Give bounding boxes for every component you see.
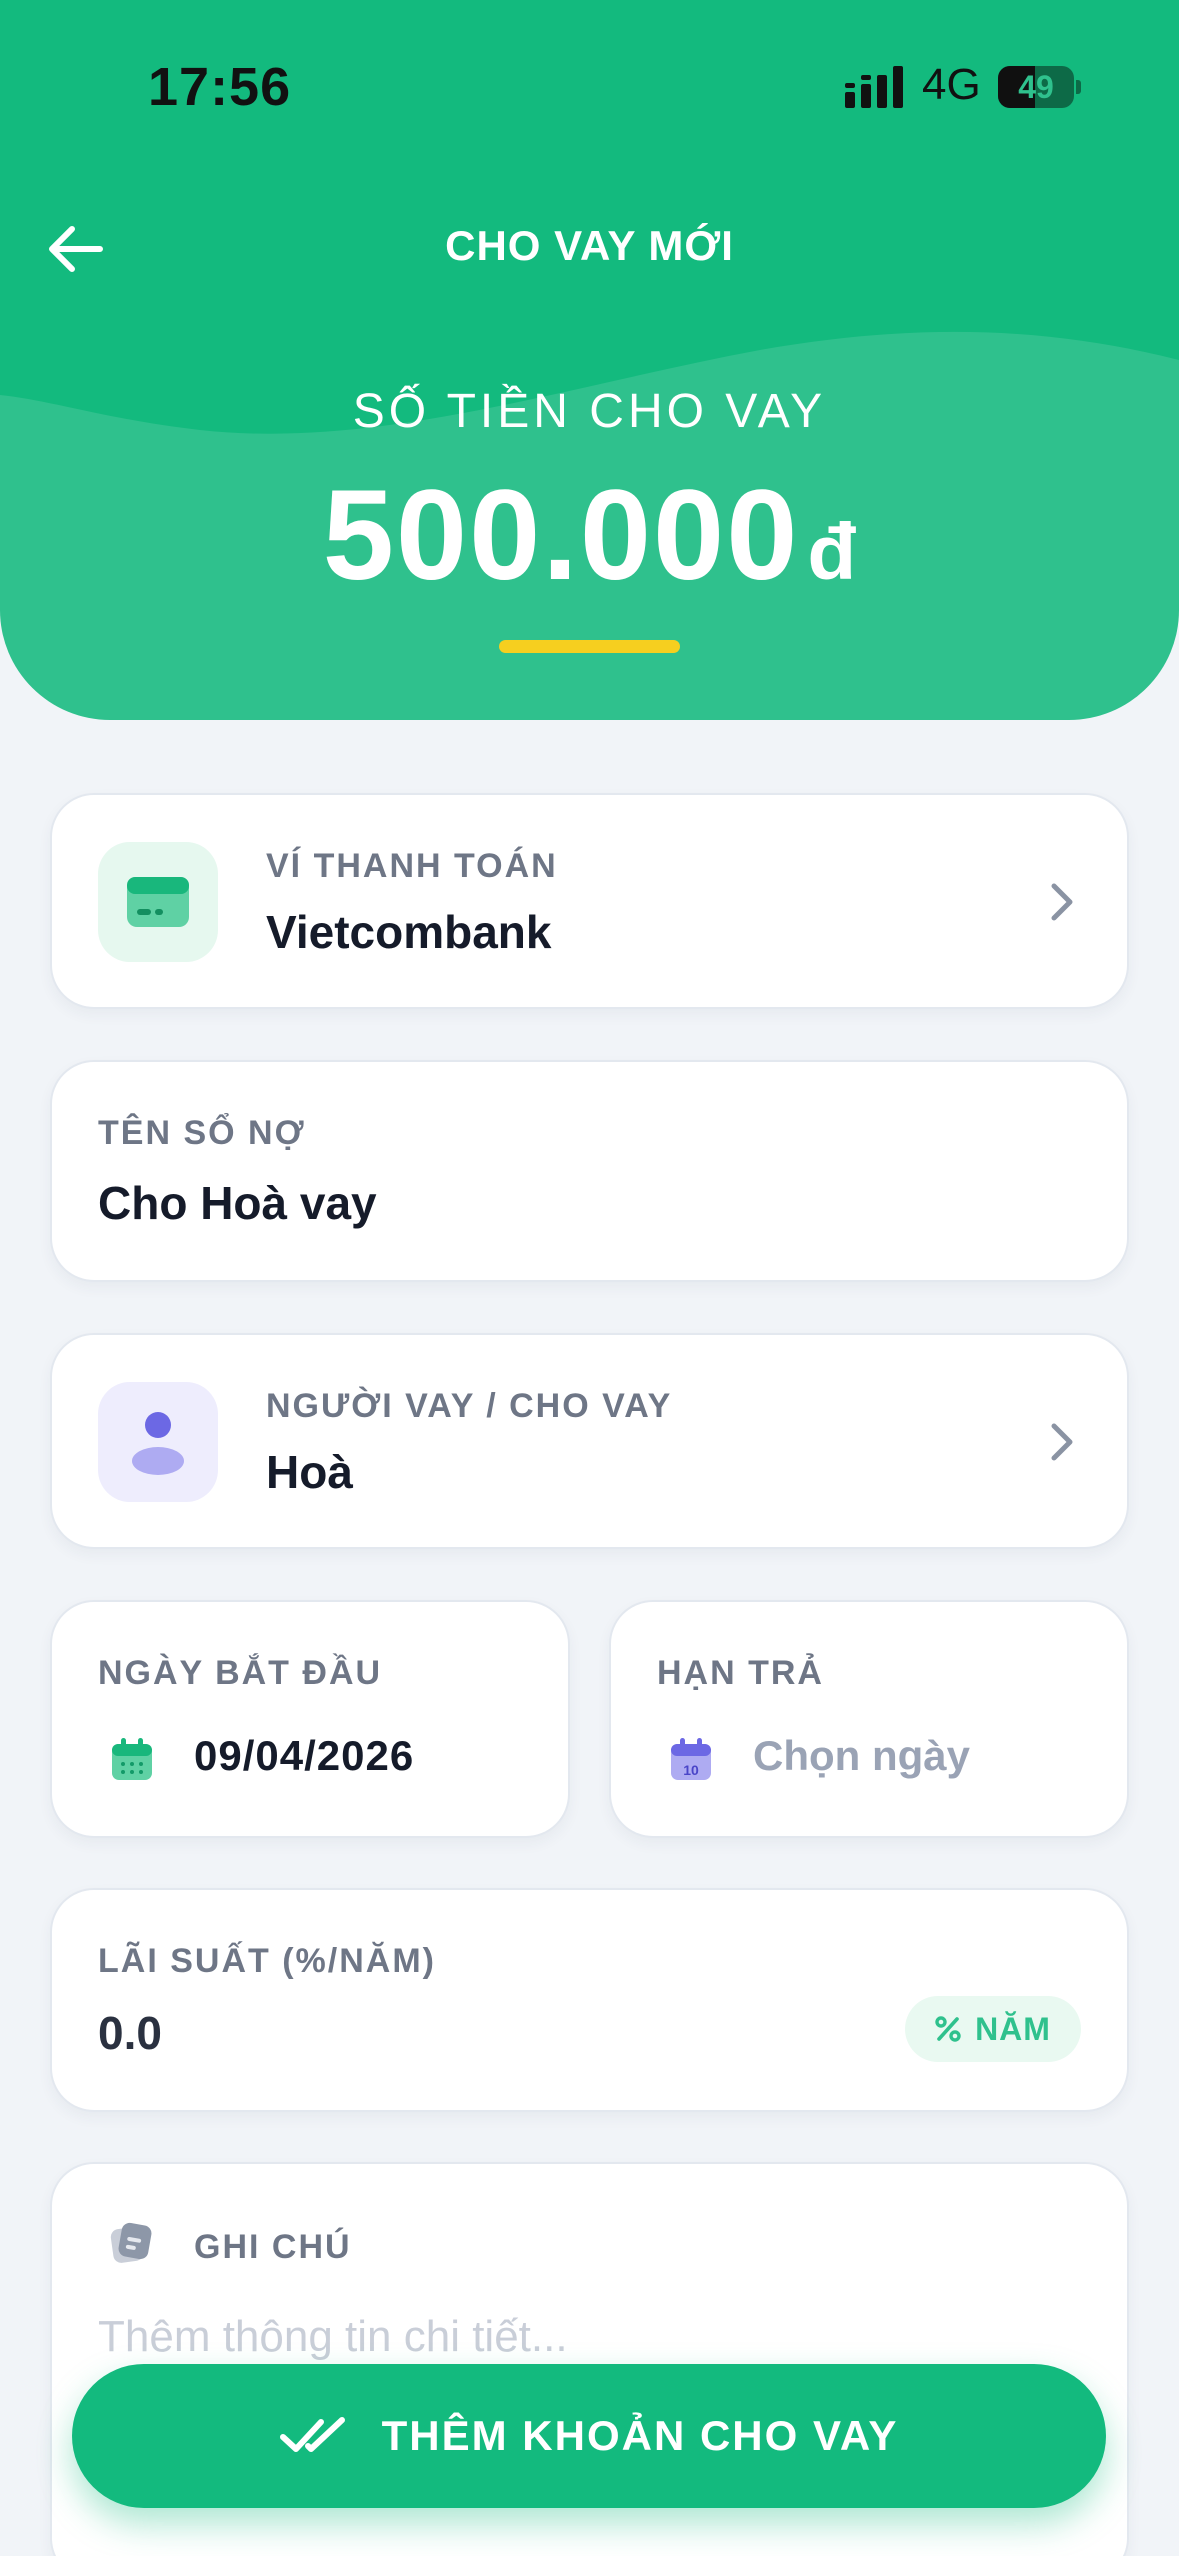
percent-icon — [935, 2016, 961, 2042]
amount-underline — [499, 640, 680, 653]
person-label: NGƯỜI VAY / CHO VAY — [266, 1387, 673, 1425]
note-label: GHI CHÚ — [194, 2228, 352, 2266]
wallet-value: Vietcombank — [266, 906, 552, 958]
credit-card-icon — [127, 877, 189, 927]
amount-value: 500.000 — [322, 464, 800, 607]
chevron-right-icon — [1051, 883, 1073, 921]
status-bar: 17:56 4G 49 — [0, 0, 1179, 170]
due-date-placeholder: Chọn ngày — [753, 1732, 970, 1779]
person-icon-box — [98, 1382, 218, 1502]
signal-icon — [845, 66, 903, 108]
calendar-icon — [112, 1738, 152, 1780]
interest-value: 0.0 — [98, 2007, 162, 2059]
header: 17:56 4G 49 CHO VAY MỚI SỐ TIỀN CHO VAY … — [0, 0, 1179, 720]
ledger-label: TÊN SỔ NỢ — [98, 1114, 306, 1152]
wallet-label: VÍ THANH TOÁN — [266, 847, 558, 885]
interest-label: LÃI SUẤT (%/NĂM) — [98, 1942, 436, 1980]
note-placeholder: Thêm thông tin chi tiết... — [98, 2312, 568, 2361]
battery-icon: 49 — [998, 66, 1081, 108]
status-time: 17:56 — [148, 57, 292, 117]
calendar-day-icon: 10 — [671, 1738, 711, 1780]
chevron-right-icon — [1051, 1423, 1073, 1461]
calendar-day-number: 10 — [683, 1762, 699, 1778]
amount-input[interactable]: 500.000 đ — [0, 462, 1179, 609]
start-date-field[interactable]: NGÀY BẮT ĐẦU 09/04/2026 — [50, 1600, 570, 1838]
double-check-icon — [279, 2417, 345, 2452]
due-date-field[interactable]: HẠN TRẢ 10 Chọn ngày — [609, 1600, 1129, 1838]
interest-rate-field[interactable]: LÃI SUẤT (%/NĂM) 0.0 NĂM — [50, 1888, 1129, 2112]
add-loan-label: THÊM KHOẢN CHO VAY — [381, 2412, 899, 2459]
battery-percent: 49 — [1018, 69, 1054, 105]
amount-label: SỐ TIỀN CHO VAY — [352, 385, 827, 438]
wallet-icon-box — [98, 842, 218, 962]
network-type: 4G — [922, 60, 981, 109]
start-date-label: NGÀY BẮT ĐẦU — [98, 1654, 383, 1692]
add-loan-button[interactable]: THÊM KHOẢN CHO VAY — [72, 2364, 1106, 2508]
ledger-value: Cho Hoà vay — [98, 1177, 377, 1229]
person-selector[interactable]: NGƯỜI VAY / CHO VAY Hoà — [50, 1333, 1129, 1549]
note-icon — [110, 2222, 152, 2263]
person-value: Hoà — [266, 1446, 353, 1498]
amount-currency: đ — [807, 507, 857, 596]
user-icon — [132, 1412, 184, 1475]
interest-unit-badge[interactable]: NĂM — [905, 1996, 1081, 2062]
due-date-label: HẠN TRẢ — [657, 1654, 824, 1692]
page-title: CHO VAY MỚI — [445, 222, 734, 269]
wallet-selector[interactable]: VÍ THANH TOÁN Vietcombank — [50, 793, 1129, 1009]
ledger-name-field[interactable]: TÊN SỔ NỢ Cho Hoà vay — [50, 1060, 1129, 1282]
start-date-value: 09/04/2026 — [194, 1732, 415, 1779]
interest-unit-label: NĂM — [975, 2010, 1051, 2047]
